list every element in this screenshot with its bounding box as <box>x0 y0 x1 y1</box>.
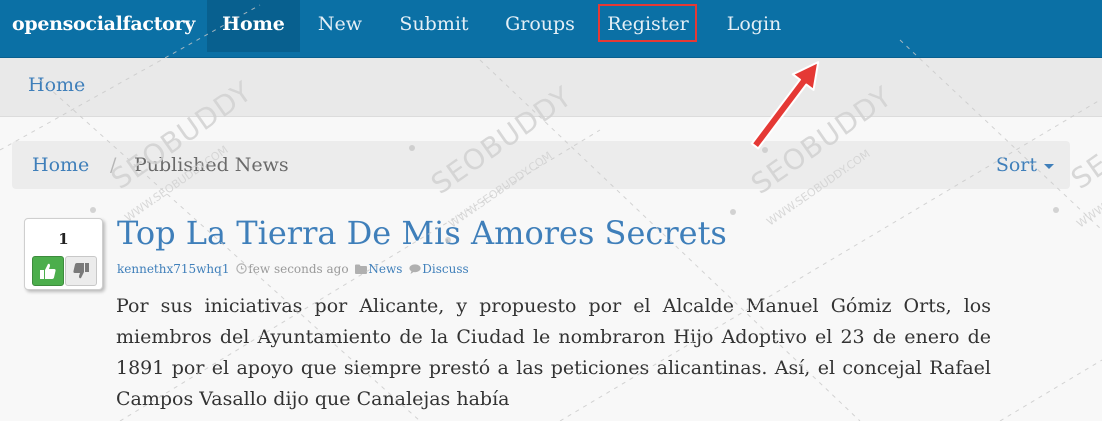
top-navbar: opensocialfactory Home New Submit Groups… <box>0 0 1102 58</box>
post-body: Por sus iniciativas por Alicante, y prop… <box>116 295 991 410</box>
sort-label: Sort <box>995 154 1037 176</box>
sort-dropdown[interactable]: Sort <box>996 154 1054 176</box>
thumbs-down-icon <box>73 263 89 279</box>
upvote-button[interactable] <box>32 256 64 286</box>
post-category[interactable]: News <box>368 262 402 276</box>
nav-login[interactable]: Login <box>713 0 795 52</box>
vote-widget: 1 <box>24 218 103 290</box>
post-author[interactable]: kennethx715whq1 <box>117 262 229 276</box>
subbar-home-link[interactable]: Home <box>28 74 85 96</box>
breadcrumb-current: Published News <box>134 154 289 176</box>
vote-count: 1 <box>58 230 69 248</box>
register-highlight-box <box>598 4 697 42</box>
nav-home[interactable]: Home <box>207 0 300 52</box>
downvote-button[interactable] <box>65 256 97 286</box>
brand-logo[interactable]: opensocialfactory <box>12 0 195 57</box>
nav-groups[interactable]: Groups <box>492 0 588 52</box>
caret-down-icon <box>1044 163 1054 169</box>
breadcrumb-separator: / <box>110 154 117 176</box>
watermark-sub-4: WWW.SEOBUDDY.COM <box>1074 149 1102 230</box>
post-time: few seconds ago <box>248 262 349 276</box>
folder-icon <box>355 264 368 274</box>
sub-navbar: Home <box>0 58 1102 117</box>
clock-icon <box>236 263 248 274</box>
thumbs-up-icon <box>40 263 56 279</box>
nav-submit[interactable]: Submit <box>386 0 482 52</box>
breadcrumb: Home / Published News Sort <box>12 141 1070 189</box>
post-discuss-link[interactable]: Discuss <box>422 262 468 276</box>
post-meta: kennethx715whq1 few seconds ago News Dis… <box>117 262 469 276</box>
comment-icon <box>409 264 421 274</box>
nav-new[interactable]: New <box>304 0 376 52</box>
breadcrumb-home-link[interactable]: Home <box>32 154 89 176</box>
post-title[interactable]: Top La Tierra De Mis Amores Secrets <box>117 214 727 252</box>
